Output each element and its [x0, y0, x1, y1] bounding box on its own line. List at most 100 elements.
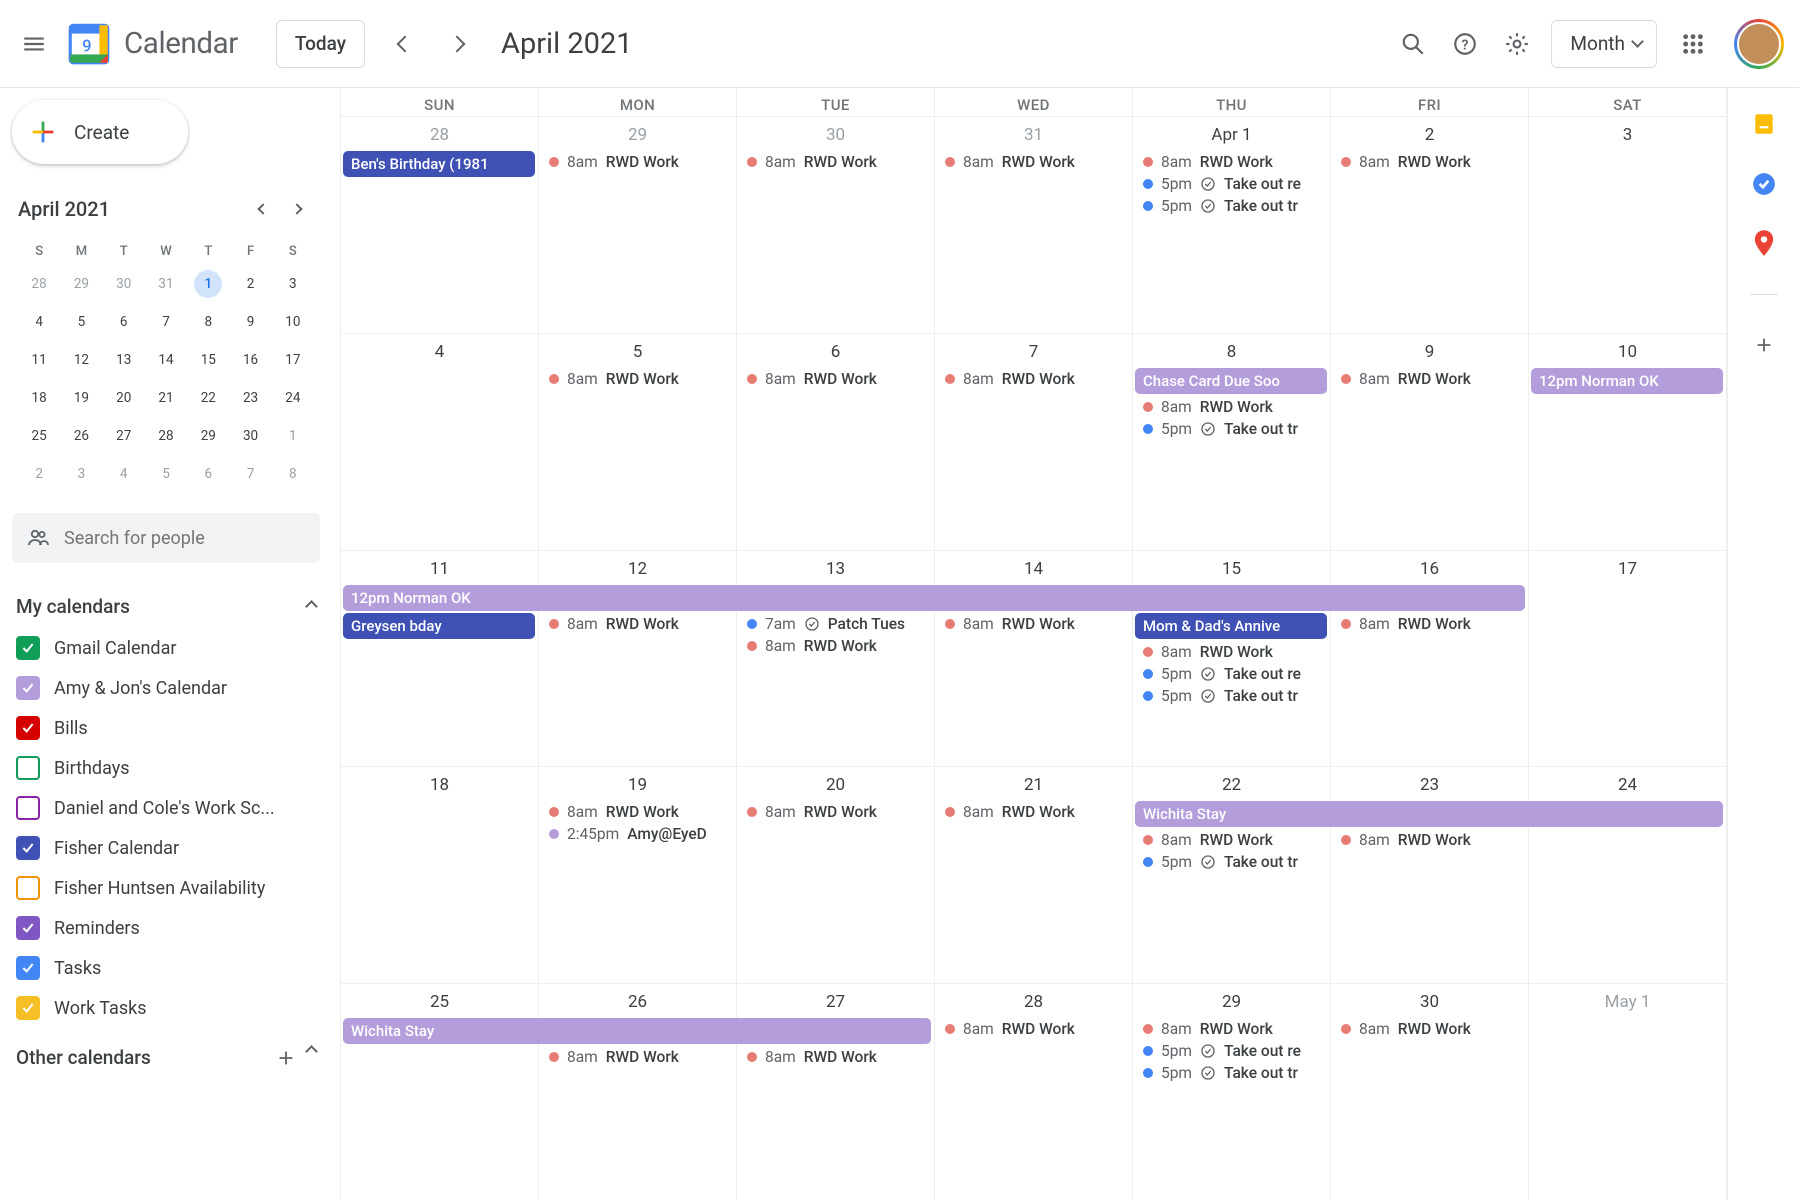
event[interactable]: 8amRWD Work — [741, 635, 930, 657]
calendar-checkbox[interactable] — [16, 916, 40, 940]
account-avatar[interactable] — [1737, 22, 1781, 66]
mini-day[interactable]: 5 — [60, 303, 102, 341]
event[interactable]: 8amRWD Work — [741, 1046, 930, 1068]
day-cell[interactable]: 218amRWD Work — [935, 767, 1133, 983]
calendar-checkbox[interactable] — [16, 796, 40, 820]
calendar-item[interactable]: Birthdays — [12, 748, 320, 788]
mini-day[interactable]: 5 — [145, 455, 187, 493]
calendar-checkbox[interactable] — [16, 636, 40, 660]
event[interactable]: 5pmTake out re — [1137, 173, 1326, 195]
event[interactable]: 8amRWD Work — [939, 151, 1128, 173]
mini-day[interactable]: 10 — [272, 303, 314, 341]
mini-day[interactable]: 6 — [103, 303, 145, 341]
next-month-button[interactable] — [431, 18, 483, 70]
day-cell[interactable]: 278amRWD Work — [737, 984, 935, 1200]
mini-day[interactable]: 12 — [60, 341, 102, 379]
calendar-checkbox[interactable] — [16, 876, 40, 900]
event[interactable]: 8amRWD Work — [939, 613, 1128, 635]
mini-day[interactable]: 28 — [18, 265, 60, 303]
event[interactable]: 5pmTake out tr — [1137, 195, 1326, 217]
event[interactable]: 8amRWD Work — [1335, 613, 1524, 635]
my-calendars-header[interactable]: My calendars — [12, 591, 320, 628]
day-cell[interactable]: 298amRWD Work5pmTake out re5pmTake out t… — [1133, 984, 1331, 1200]
day-cell[interactable]: 128amRWD Work — [539, 551, 737, 767]
event[interactable]: 8amRWD Work — [1335, 368, 1524, 390]
mini-day[interactable]: 3 — [272, 265, 314, 303]
day-cell[interactable]: 308amRWD Work — [1331, 984, 1529, 1200]
mini-next-button[interactable] — [280, 192, 314, 226]
event[interactable]: 8amRWD Work — [1335, 829, 1524, 851]
event[interactable]: 8amRWD Work — [543, 368, 732, 390]
all-day-event[interactable]: 12pm Norman OK — [343, 585, 1525, 611]
calendar-item[interactable]: Fisher Calendar — [12, 828, 320, 868]
calendar-item[interactable]: Tasks — [12, 948, 320, 988]
day-cell[interactable]: 24 — [1529, 767, 1727, 983]
day-cell[interactable]: 3 — [1529, 117, 1727, 333]
day-cell[interactable]: Apr 18amRWD Work5pmTake out re5pmTake ou… — [1133, 117, 1331, 333]
mini-day[interactable]: 7 — [145, 303, 187, 341]
calendar-item[interactable]: Amy & Jon's Calendar — [12, 668, 320, 708]
settings-button[interactable] — [1491, 18, 1543, 70]
mini-day[interactable]: 18 — [18, 379, 60, 417]
event[interactable]: 5pmTake out tr — [1137, 685, 1326, 707]
mini-day[interactable]: 3 — [60, 455, 102, 493]
calendar-item[interactable]: Gmail Calendar — [12, 628, 320, 668]
mini-day[interactable]: 14 — [145, 341, 187, 379]
mini-day[interactable]: 26 — [60, 417, 102, 455]
day-cell[interactable]: 78amRWD Work — [935, 334, 1133, 550]
mini-day[interactable]: 9 — [229, 303, 271, 341]
event[interactable]: 8amRWD Work — [939, 368, 1128, 390]
mini-prev-button[interactable] — [246, 192, 280, 226]
mini-day[interactable]: 30 — [103, 265, 145, 303]
day-cell[interactable]: 137amPatch Tues8amRWD Work — [737, 551, 935, 767]
day-cell[interactable]: 4 — [341, 334, 539, 550]
mini-day[interactable]: 24 — [272, 379, 314, 417]
event[interactable]: 8amRWD Work — [1137, 829, 1326, 851]
search-button[interactable] — [1387, 18, 1439, 70]
mini-day[interactable]: 7 — [229, 455, 271, 493]
event[interactable]: 5pmTake out re — [1137, 1040, 1326, 1062]
event[interactable]: 8amRWD Work — [939, 801, 1128, 823]
event[interactable]: 8amRWD Work — [939, 1018, 1128, 1040]
all-day-event[interactable]: Wichita Stay — [1135, 801, 1723, 827]
day-cell[interactable]: 68amRWD Work — [737, 334, 935, 550]
mini-day[interactable]: 1 — [187, 265, 229, 303]
event[interactable]: 5pmTake out tr — [1137, 851, 1326, 873]
calendar-checkbox[interactable] — [16, 756, 40, 780]
event[interactable]: 8amRWD Work — [543, 613, 732, 635]
mini-day[interactable]: 17 — [272, 341, 314, 379]
logo[interactable]: 9 Calendar — [64, 19, 238, 69]
mini-day[interactable]: 31 — [145, 265, 187, 303]
all-day-event[interactable]: Ben's Birthday (1981 — [343, 151, 535, 177]
day-cell[interactable]: 198amRWD Work2:45pmAmy@EyeD — [539, 767, 737, 983]
tasks-app[interactable] — [1750, 170, 1778, 198]
all-day-event[interactable]: Wichita Stay — [343, 1018, 931, 1044]
calendar-checkbox[interactable] — [16, 676, 40, 700]
mini-day[interactable]: 23 — [229, 379, 271, 417]
get-addons[interactable] — [1750, 331, 1778, 359]
day-cell[interactable]: 28amRWD Work — [1331, 117, 1529, 333]
day-cell[interactable]: 10 — [1529, 334, 1727, 550]
all-day-event[interactable]: Mom & Dad's Annive — [1135, 613, 1327, 639]
day-cell[interactable]: 148amRWD Work — [935, 551, 1133, 767]
event[interactable]: 8amRWD Work — [741, 368, 930, 390]
mini-day[interactable]: 8 — [272, 455, 314, 493]
day-cell[interactable]: 298amRWD Work — [539, 117, 737, 333]
event[interactable]: 8amRWD Work — [1335, 151, 1524, 173]
calendar-checkbox[interactable] — [16, 996, 40, 1020]
keep-app[interactable] — [1750, 110, 1778, 138]
all-day-event[interactable]: Greysen bday — [343, 613, 535, 639]
day-cell[interactable]: 318amRWD Work — [935, 117, 1133, 333]
mini-day[interactable]: 4 — [18, 303, 60, 341]
day-cell[interactable]: 208amRWD Work — [737, 767, 935, 983]
mini-day[interactable]: 13 — [103, 341, 145, 379]
day-cell[interactable]: 18 — [341, 767, 539, 983]
event[interactable]: 8amRWD Work — [543, 1046, 732, 1068]
support-button[interactable]: ? — [1439, 18, 1491, 70]
day-cell[interactable]: 158amRWD Work5pmTake out re5pmTake out t… — [1133, 551, 1331, 767]
mini-day[interactable]: 2 — [229, 265, 271, 303]
event[interactable]: 8amRWD Work — [543, 801, 732, 823]
mini-day[interactable]: 11 — [18, 341, 60, 379]
mini-day[interactable]: 29 — [187, 417, 229, 455]
mini-day[interactable]: 19 — [60, 379, 102, 417]
